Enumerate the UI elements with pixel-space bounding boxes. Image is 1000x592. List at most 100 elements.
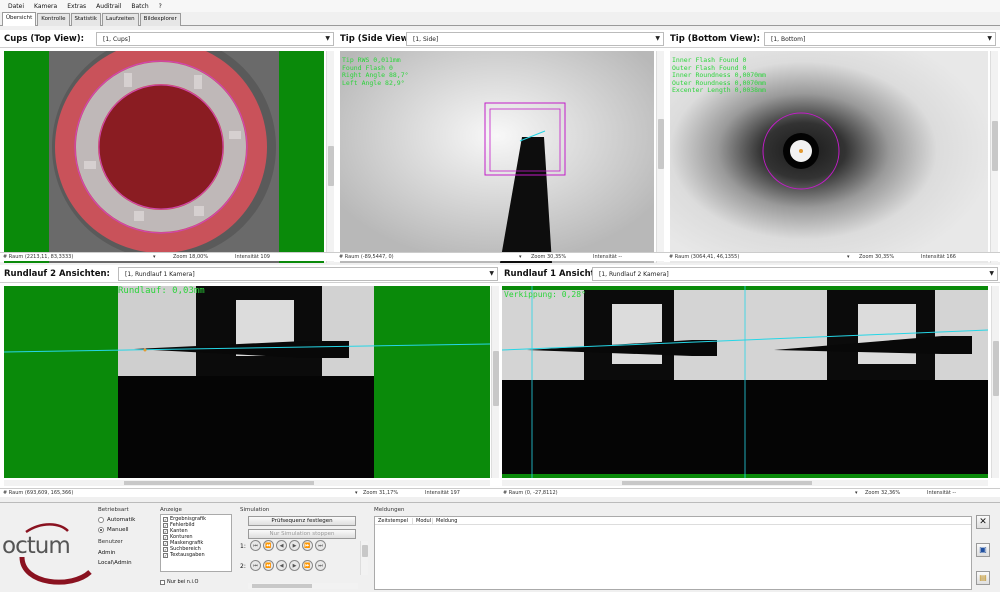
betriebsart-group: Betriebsart Automatik Manuell Benutzer A… [98, 507, 158, 566]
sim-horizontal-scrollbar[interactable] [248, 583, 358, 589]
close-icon[interactable]: ✕ [976, 515, 990, 529]
control-area: octum Betriebsart Automatik Manuell Benu… [0, 502, 1000, 592]
menu-extras[interactable]: Extras [63, 3, 90, 10]
save-icon[interactable]: ▣ [976, 543, 990, 557]
panel-bottom-title: Tip (Bottom View): [670, 33, 760, 44]
rundlauf1-horizontal-scrollbar[interactable] [502, 480, 988, 486]
col-modul[interactable]: Modul [413, 517, 433, 524]
meldungen-title: Meldungen [374, 507, 405, 513]
tab-bildexplorer[interactable]: Bildexplorer [139, 13, 181, 26]
rundlauf1-camera-image[interactable]: Verkippung: 0,28° [502, 286, 988, 478]
first-icon[interactable]: ⏮ [250, 560, 261, 571]
rundlauf1-status-zoom: Zoom 32,36% [865, 490, 901, 496]
rundlauf1-status-coords: # Raum (0, -27,8112) [503, 490, 558, 496]
side-status-zoom: Zoom 30,35% [531, 254, 567, 260]
simulation-title: Simulation [240, 507, 270, 513]
rundlauf2-horizontal-scrollbar[interactable] [4, 480, 490, 486]
chevron-down-icon: ▾ [355, 490, 358, 496]
cups-status-intensity: Intensität 109 [235, 254, 270, 260]
rewind-icon[interactable]: ⏪ [263, 540, 274, 551]
rundlauf1-status-intensity: Intensität -- [927, 490, 957, 496]
panel-side-select[interactable]: [1, Side] ▼ [406, 32, 664, 46]
bottom-status-intensity: Intensität 166 [921, 254, 956, 260]
col-zeitstempel[interactable]: Zeitstempel [375, 517, 413, 524]
bottom-status-zoom: Zoom 30,35% [859, 254, 895, 260]
rundlauf2-vertical-scrollbar[interactable] [491, 286, 499, 478]
play-icon[interactable]: ▶ [289, 560, 300, 571]
menu-bar: Datei Kamera Extras Auditrail Batch ? [0, 0, 1000, 12]
sim-row1-buttons: ⏮ ⏪ ◀ ▶ ⏩ ⏭ [250, 540, 326, 551]
back-icon[interactable]: ◀ [276, 540, 287, 551]
panel-rundlauf2-select[interactable]: [1, Rundlauf 1 Kamera] ▼ [118, 267, 498, 281]
panel-side-title: Tip (Side View): [340, 33, 416, 44]
side-camera-image[interactable]: Tip RWS 0,011mm Found Flash 0 Right Angle… [340, 51, 654, 263]
panel-cups-select[interactable]: [1, Cups] ▼ [96, 32, 334, 46]
bottom-status-coords: # Raum (3064,41, 46,1355) [669, 254, 740, 260]
rewind-icon[interactable]: ⏪ [263, 560, 274, 571]
bottom-vertical-scrollbar[interactable] [990, 51, 998, 263]
octum-logo: octum [2, 517, 94, 587]
checkbox-nur-bei-nio[interactable]: Nur bei n.i.O [160, 579, 234, 585]
rundlauf2-status-intensity: Intensität 197 [425, 490, 460, 496]
menu-help[interactable]: ? [155, 3, 166, 10]
meldungen-list[interactable]: Zeitstempel Modul Meldung [374, 516, 972, 590]
chevron-down-icon: ▼ [489, 270, 494, 277]
panel-rundlauf1-title: Rundlauf 1 Ansicht: [504, 268, 599, 279]
sim-row1-label: 1: [240, 543, 246, 550]
forward-icon[interactable]: ⏩ [302, 540, 313, 551]
menu-kamera[interactable]: Kamera [30, 3, 61, 10]
panel-rundlauf1-select[interactable]: [1, Rundlauf 2 Kamera] ▼ [592, 267, 998, 281]
sim-vertical-scrollbar[interactable] [360, 541, 368, 575]
simulation-stop-button[interactable]: Nur Simulation stoppen [248, 529, 356, 539]
tab-statistik[interactable]: Statistik [70, 13, 101, 26]
folder-icon[interactable]: ▤ [976, 571, 990, 585]
rundlauf1-status-bar: # Raum (0, -27,8112) ▾ Zoom 32,36% Inten… [500, 488, 1000, 497]
play-icon[interactable]: ▶ [289, 540, 300, 551]
bottom-overlay-text: Inner Flash Found 0 Outer Flash Found 0 I… [672, 56, 766, 94]
anzeige-checkbox-list: ✓ Ergebnisgrafik ✓ Fehlerbild ✓ Kanten ✓ Kon… [160, 514, 232, 572]
chevron-down-icon: ▼ [655, 35, 660, 42]
chevron-down-icon: ▼ [325, 35, 330, 42]
rundlauf2-camera-image[interactable]: Rundlauf: 0,03mm [4, 286, 490, 478]
anzeige-group: Anzeige ✓ Ergebnisgrafik ✓ Fehlerbild ✓ Kan… [160, 507, 234, 585]
cups-vertical-scrollbar[interactable] [326, 51, 334, 263]
radio-manuell[interactable]: Manuell [98, 527, 158, 533]
side-status-bar: # Raum (-89,5447, 0) ▾ Zoom 30,35% Inten… [336, 252, 666, 261]
tab-uebersicht[interactable]: Übersicht [2, 12, 37, 26]
bottom-camera-image[interactable]: Inner Flash Found 0 Outer Flash Found 0 I… [670, 51, 988, 263]
rundlauf2-image-svg [4, 286, 490, 478]
chevron-down-icon: ▼ [989, 270, 994, 277]
menu-auditrail[interactable]: Auditrail [92, 3, 125, 10]
rundlauf1-image-svg [502, 286, 988, 478]
cups-status-coords: # Raum (2213,11, 83,3333) [3, 254, 74, 260]
tab-kontrolle[interactable]: Kontrolle [37, 13, 70, 26]
last-icon[interactable]: ⏭ [315, 540, 326, 551]
panel-cups-title: Cups (Top View): [4, 33, 85, 44]
col-meldung[interactable]: Meldung [433, 518, 457, 524]
first-icon[interactable]: ⏮ [250, 540, 261, 551]
side-vertical-scrollbar[interactable] [656, 51, 664, 263]
rundlauf2-overlay-text: Rundlauf: 0,03mm [118, 286, 205, 296]
panel-rundlauf2: Rundlauf 2 Ansichten: [1, Rundlauf 1 Kam… [0, 265, 500, 497]
checkbox-textausgaben[interactable]: ✓ Textausgaben [163, 552, 229, 558]
panel-rundlauf2-title: Rundlauf 2 Ansichten: [4, 268, 110, 279]
rundlauf2-status-coords: # Raum (693,609, 165,366) [3, 490, 74, 496]
sim-row2-buttons: ⏮ ⏪ ◀ ▶ ⏩ ⏭ [250, 560, 326, 571]
forward-icon[interactable]: ⏩ [302, 560, 313, 571]
chevron-down-icon: ▼ [987, 35, 992, 42]
cups-status-bar: # Raum (2213,11, 83,3333) ▾ Zoom 18,00% … [0, 252, 336, 261]
benutzer-title: Benutzer [98, 539, 123, 545]
menu-datei[interactable]: Datei [4, 3, 28, 10]
tab-laufzeiten[interactable]: Laufzeiten [101, 13, 139, 26]
panel-bottom-select[interactable]: [1, Bottom] ▼ [764, 32, 996, 46]
radio-automatik[interactable]: Automatik [98, 517, 158, 523]
cups-camera-image[interactable] [4, 51, 324, 263]
logo-text: octum [2, 533, 71, 559]
rundlauf1-vertical-scrollbar[interactable] [991, 286, 999, 478]
pruefsequenz-button[interactable]: Prüfsequenz festlegen [248, 516, 356, 526]
side-status-intensity: Intensität -- [593, 254, 623, 260]
menu-batch[interactable]: Batch [127, 3, 152, 10]
cups-status-zoom: Zoom 18,00% [173, 254, 209, 260]
last-icon[interactable]: ⏭ [315, 560, 326, 571]
back-icon[interactable]: ◀ [276, 560, 287, 571]
